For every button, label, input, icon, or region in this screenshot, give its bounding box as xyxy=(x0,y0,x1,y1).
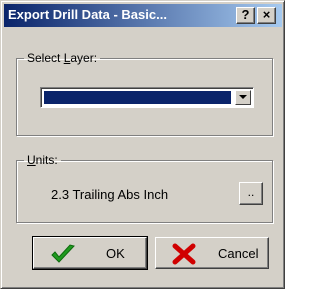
window-title: Export Drill Data - Basic... xyxy=(8,7,167,22)
title-bar[interactable]: Export Drill Data - Basic... ? × xyxy=(4,4,282,27)
cancel-button[interactable]: Cancel xyxy=(155,237,269,269)
chevron-down-icon xyxy=(239,95,247,99)
dropdown-arrow-button[interactable] xyxy=(235,90,251,105)
units-value: 2.3 Trailing Abs Inch xyxy=(51,187,169,202)
ok-label: OK xyxy=(106,246,125,261)
export-drill-dialog: Export Drill Data - Basic... ? × Select … xyxy=(0,0,285,289)
close-button[interactable]: × xyxy=(257,7,276,24)
layer-dropdown[interactable] xyxy=(40,87,254,108)
layer-selected-value xyxy=(43,90,232,105)
cancel-label: Cancel xyxy=(218,246,259,261)
green-check-icon xyxy=(51,244,75,263)
help-button[interactable]: ? xyxy=(236,7,255,24)
units-label: Units: xyxy=(27,153,58,167)
ok-button[interactable]: OK xyxy=(32,236,148,270)
select-layer-label: Select Layer: xyxy=(27,51,98,65)
browse-units-button[interactable]: .. xyxy=(239,182,263,205)
red-x-icon xyxy=(172,243,196,265)
